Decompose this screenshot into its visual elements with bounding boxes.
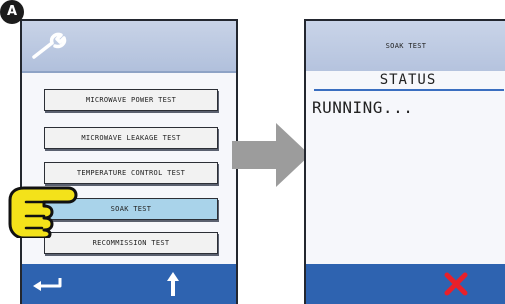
up-arrow-icon[interactable]: [166, 270, 180, 298]
microwave-leakage-test-button[interactable]: MICROWAVE LEAKAGE TEST: [44, 127, 218, 149]
back-arrow-icon[interactable]: [30, 274, 64, 294]
right-footer: [306, 264, 505, 304]
status-label: STATUS: [379, 72, 437, 88]
status-divider: [314, 89, 504, 91]
right-header: SOAK TEST: [306, 21, 505, 71]
status-text: RUNNING...: [312, 98, 414, 117]
close-icon[interactable]: [444, 272, 468, 296]
screen-title: SOAK TEST: [385, 42, 427, 50]
left-footer: [22, 264, 236, 304]
right-arrow-icon: [232, 123, 310, 187]
left-device-screen: MICROWAVE POWER TEST MICROWAVE LEAKAGE T…: [20, 19, 238, 304]
left-header: [22, 21, 236, 73]
pointing-hand-icon: [8, 186, 78, 238]
microwave-power-test-button[interactable]: MICROWAVE POWER TEST: [44, 89, 218, 111]
wrench-icon[interactable]: [30, 31, 72, 61]
right-device-screen: SOAK TEST STATUS RUNNING...: [304, 19, 505, 304]
step-badge: A: [0, 0, 24, 24]
